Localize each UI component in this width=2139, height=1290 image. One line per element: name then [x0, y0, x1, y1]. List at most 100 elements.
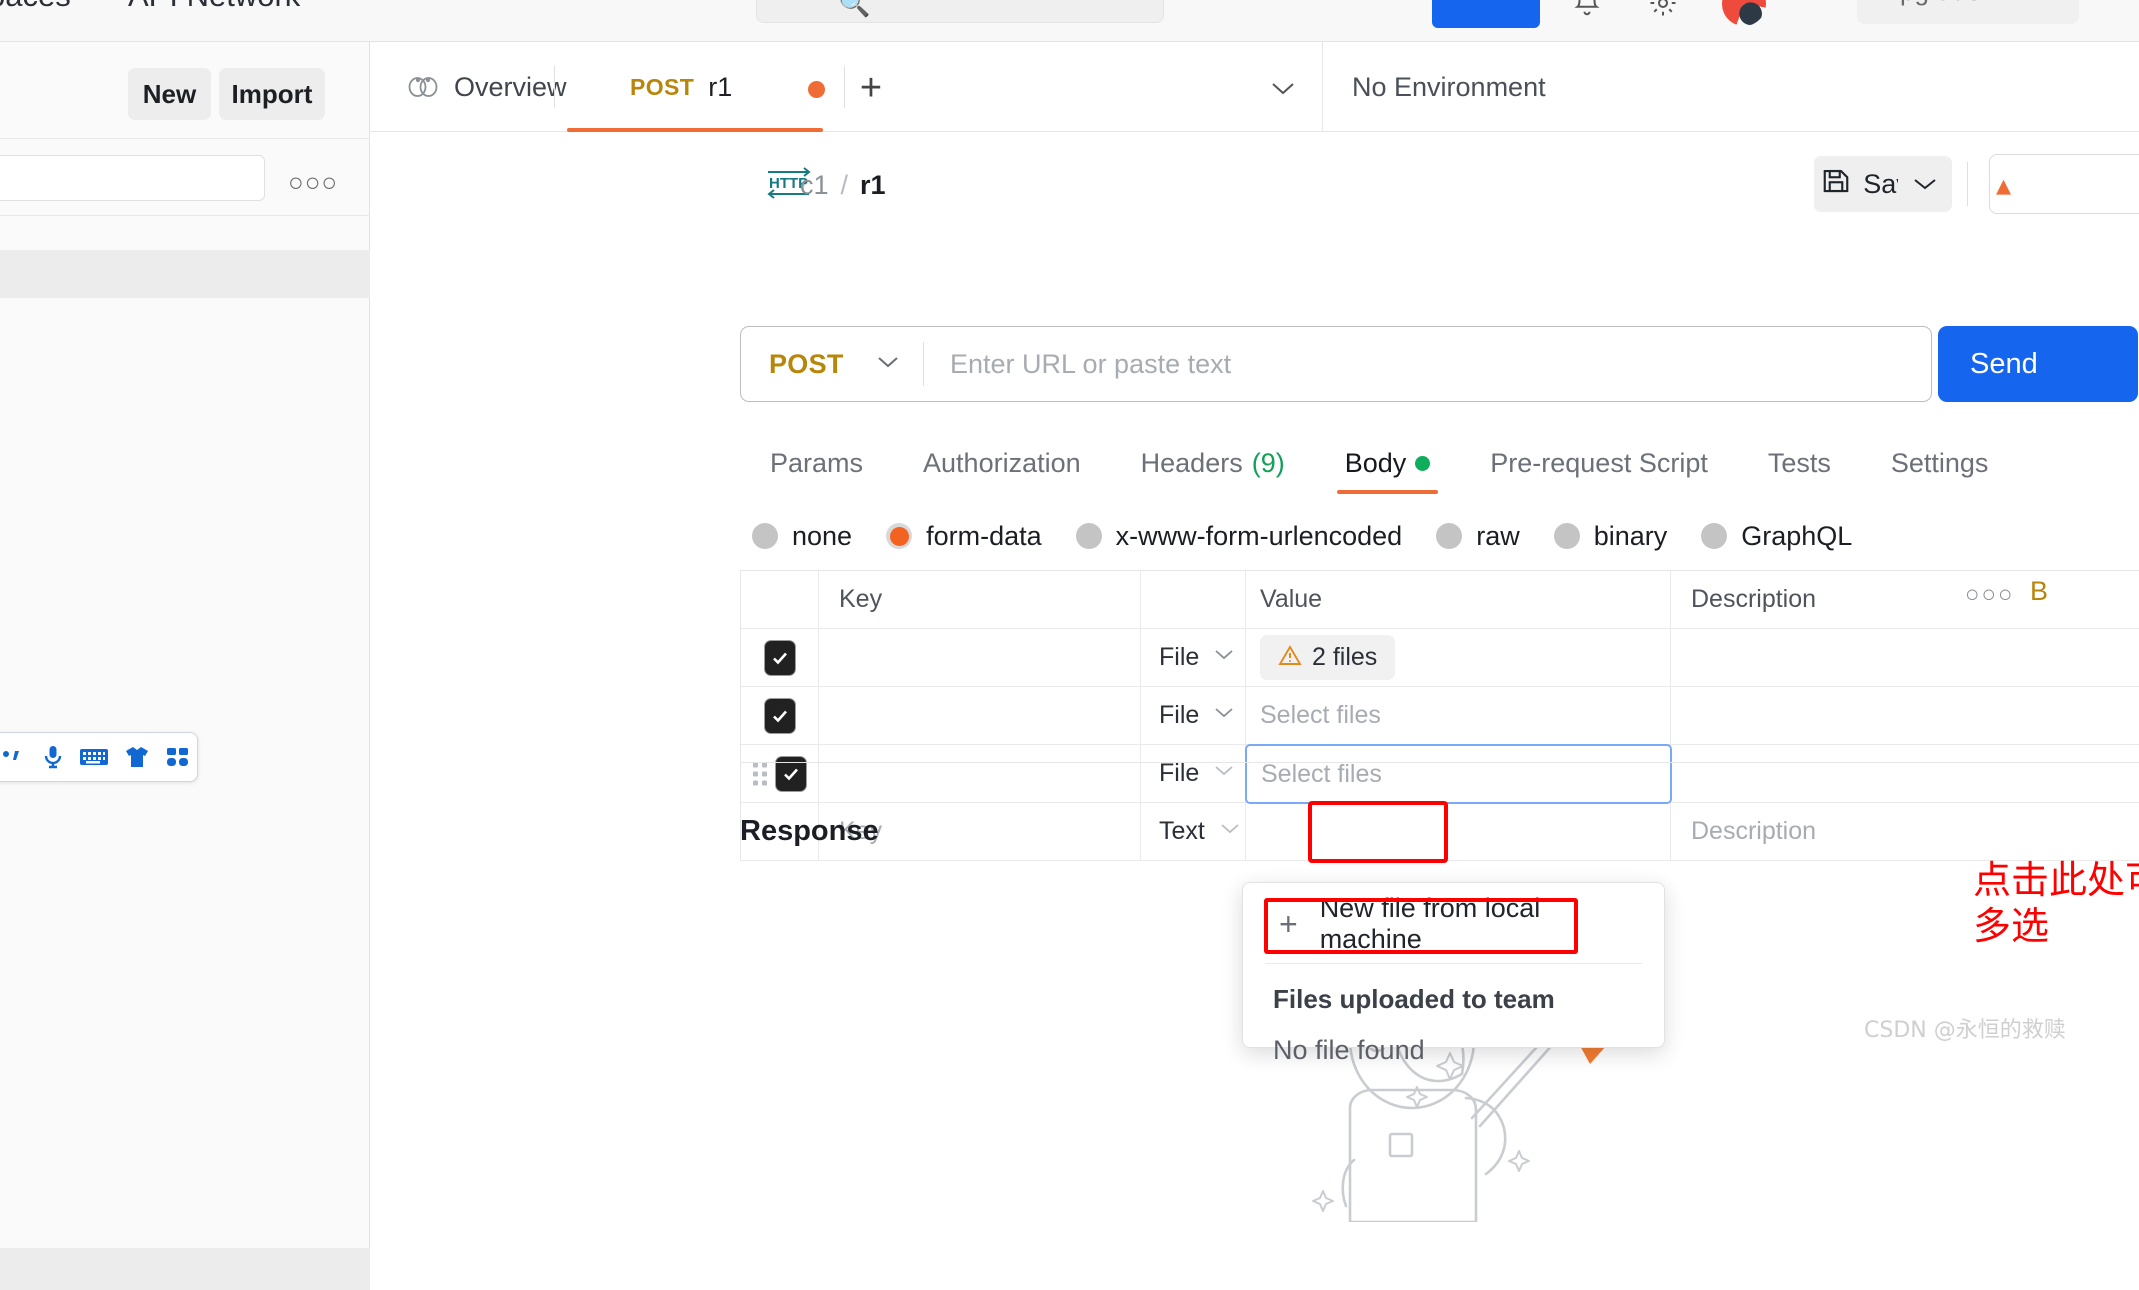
row-type-selector[interactable]: File: [1159, 643, 1235, 672]
invite-button[interactable]: [1432, 0, 1540, 28]
header-type-cell: [1141, 571, 1246, 628]
keyboard-icon[interactable]: [79, 746, 109, 768]
plus-icon[interactable]: +: [848, 67, 894, 109]
table-header-row: Key Value Description: [741, 571, 2139, 629]
body-type-urlencoded[interactable]: x-www-form-urlencoded: [1075, 521, 1402, 552]
row-description-cell[interactable]: Description: [1671, 803, 2096, 860]
new-button[interactable]: New: [128, 68, 211, 120]
more-options-icon[interactable]: ○○○: [288, 167, 338, 198]
unsaved-indicator-dot: [808, 81, 825, 98]
tab-pre-request-script[interactable]: Pre-request Script: [1460, 432, 1738, 494]
row-value-cell[interactable]: [1246, 803, 1671, 860]
row-description-cell[interactable]: [1671, 687, 2096, 744]
http-method-selector[interactable]: POST: [741, 327, 923, 401]
row-value-cell[interactable]: 2 files: [1246, 629, 1671, 686]
radio-icon: [1701, 523, 1728, 549]
files-chip-label: 2 files: [1312, 643, 1378, 671]
row-type-cell[interactable]: File: [1141, 745, 1246, 802]
tab-request-method: POST: [630, 73, 695, 100]
row-value-cell[interactable]: Select files: [1246, 687, 1671, 744]
microphone-icon[interactable]: [41, 744, 65, 770]
toolbar-divider: [1967, 162, 1968, 206]
body-type-raw[interactable]: raw: [1436, 521, 1520, 552]
row-type-selector[interactable]: File: [1159, 759, 1235, 788]
request-tab-strip: Overview POST r1 + No Environment: [370, 42, 2139, 132]
dropdown-new-file-item[interactable]: + New file from local machine: [1265, 893, 1642, 954]
select-files-input[interactable]: Select files: [1245, 744, 1672, 804]
row-checkbox[interactable]: [764, 698, 795, 733]
row-type-value: File: [1159, 643, 1200, 671]
overview-icon: [406, 72, 440, 103]
row-checkbox[interactable]: [764, 640, 795, 675]
table-row: File 2 files: [741, 629, 2139, 687]
row-key-cell[interactable]: [819, 687, 1141, 744]
tab-overview[interactable]: Overview: [378, 42, 595, 132]
files-chip[interactable]: 2 files: [1260, 635, 1396, 680]
gear-icon[interactable]: [1648, 0, 1678, 25]
body-type-graphql[interactable]: GraphQL: [1701, 521, 1852, 552]
tab-settings-label: Settings: [1890, 447, 1989, 478]
row-key-cell[interactable]: [819, 629, 1141, 686]
dropdown-section-title: Files uploaded to team: [1273, 984, 1555, 1014]
warning-icon: [1278, 644, 1302, 671]
import-button[interactable]: Import: [219, 68, 325, 120]
punctuation-icon[interactable]: [0, 745, 27, 769]
tab-settings[interactable]: Settings: [1861, 432, 2019, 494]
save-options-caret[interactable]: [1898, 156, 1952, 212]
more-options-icon[interactable]: ○○○: [1965, 581, 2015, 609]
send-button[interactable]: Send: [1938, 326, 2138, 402]
url-input[interactable]: [924, 327, 1931, 401]
bulk-edit-label[interactable]: B: [2030, 576, 2048, 607]
avatar[interactable]: [1722, 0, 1766, 26]
tab-request-r1[interactable]: POST r1: [602, 42, 760, 132]
project-label[interactable]: API Network: [128, 0, 300, 14]
tab-body[interactable]: Body: [1315, 432, 1461, 494]
environment-selector[interactable]: No Environment: [1352, 42, 1546, 132]
apps-icon[interactable]: [165, 745, 191, 769]
header-check-cell: [741, 571, 819, 628]
tab-headers[interactable]: Headers (9): [1111, 432, 1315, 494]
row-type-cell[interactable]: File: [1141, 629, 1246, 686]
tab-tests[interactable]: Tests: [1738, 432, 1861, 494]
row-type-selector[interactable]: Text: [1159, 817, 1241, 846]
tab-pre-request-script-label: Pre-request Script: [1490, 447, 1708, 478]
global-search-input[interactable]: [756, 0, 1164, 23]
workspace-label[interactable]: paces: [0, 0, 71, 14]
table-row-active: File Select files: [741, 744, 2139, 804]
column-header-value: Value: [1260, 585, 1323, 613]
body-type-form-data[interactable]: form-data: [886, 521, 1042, 552]
body-type-binary[interactable]: binary: [1553, 521, 1667, 552]
drag-handle-icon[interactable]: [753, 762, 767, 785]
chevron-down-icon: [1213, 706, 1235, 725]
chevron-down-icon: [1213, 764, 1235, 783]
tab-params[interactable]: Params: [740, 432, 893, 494]
breadcrumb-collection[interactable]: c1: [800, 170, 829, 201]
save-disk-icon: [1821, 166, 1851, 203]
breadcrumb-inner: HTTP c1 / r1 Save ▴ POST Enter URL or pa…: [740, 132, 2139, 1290]
skin-icon[interactable]: [123, 745, 151, 769]
annotation-text: 点击此处可上传文件，可多选: [1973, 858, 2139, 949]
column-header-description: Description: [1691, 585, 1817, 613]
row-value-cell-focused[interactable]: Select files: [1245, 744, 1672, 804]
request-section-tabs: Params Authorization Headers (9) Body Pr…: [740, 432, 2018, 494]
toolbar-extra-button[interactable]: [1989, 154, 2139, 214]
breadcrumb-request: r1: [860, 170, 886, 200]
row-key-cell[interactable]: [819, 745, 1141, 802]
sidebar-selected-item[interactable]: [0, 250, 370, 298]
row-type-cell[interactable]: Text: [1141, 803, 1246, 860]
row-description-cell[interactable]: [1671, 745, 2096, 802]
tab-authorization[interactable]: Authorization: [893, 432, 1111, 494]
row-type-cell[interactable]: File: [1141, 687, 1246, 744]
chevron-down-icon[interactable]: [1260, 70, 1306, 106]
sidebar-filter-input[interactable]: [0, 155, 265, 201]
row-type-selector[interactable]: File: [1159, 701, 1235, 730]
tab-request-name: r1: [708, 71, 733, 102]
body-type-none[interactable]: none: [752, 521, 852, 552]
tab-divider-2: [844, 66, 845, 108]
row-description-cell[interactable]: [1671, 629, 2096, 686]
bell-icon[interactable]: [1572, 0, 1602, 25]
breadcrumb-row: HTTP c1 / r1 Save ▴ POST Enter URL or pa…: [370, 132, 2139, 1224]
chevron-down-icon: [1213, 648, 1235, 667]
body-type-graphql-label: GraphQL: [1741, 520, 1853, 551]
sidebar-actions: New Import: [0, 42, 370, 138]
